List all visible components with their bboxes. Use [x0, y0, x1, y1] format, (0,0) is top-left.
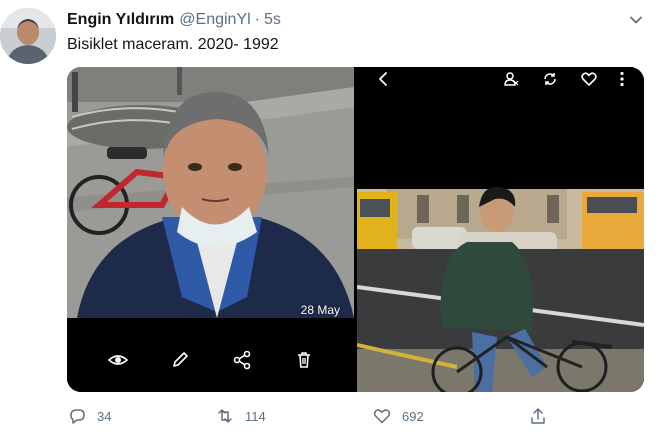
separator-dot: ·: [254, 11, 260, 28]
tag-person-button: [502, 70, 520, 88]
delete-photo-button: [293, 349, 315, 371]
avatar-photo: [0, 8, 56, 64]
timestamp[interactable]: 5s: [264, 11, 281, 29]
pencil-icon: [173, 352, 188, 367]
person-rotate-icon: [504, 72, 519, 86]
rotate-button: [541, 70, 559, 88]
like-button[interactable]: 692: [372, 405, 424, 427]
like-count: 692: [402, 408, 424, 424]
date-stamp: 28 May: [300, 303, 340, 317]
avatar[interactable]: [0, 8, 56, 64]
tweet-text: Bisiklet maceram. 2020- 1992: [67, 36, 279, 53]
user-handle[interactable]: @EnginYl: [179, 11, 250, 29]
trash-icon: [298, 352, 310, 368]
selfie-photo: [67, 67, 354, 392]
eye-icon: [107, 355, 129, 365]
heart-icon: [373, 409, 391, 424]
reply-button[interactable]: 34: [67, 405, 111, 427]
photo-more-button: [613, 70, 631, 88]
more-vertical-icon: [620, 71, 624, 87]
back-arrow-icon: [379, 72, 387, 86]
share-photo-button: [231, 349, 253, 371]
reply-count: 34: [97, 408, 112, 424]
tweet-actions: 34 114 692: [67, 405, 644, 427]
media-photo-right[interactable]: [357, 67, 644, 392]
sync-icon: [544, 73, 556, 85]
chevron-down-icon: [630, 16, 642, 24]
display-name[interactable]: Engin Yıldırım: [67, 11, 174, 29]
favorite-photo-button: [580, 70, 598, 88]
retweet-count: 114: [245, 408, 266, 424]
share-icon: [233, 350, 251, 370]
vintage-bicycle-photo: [357, 67, 644, 392]
back-button: [375, 70, 393, 88]
edit-photo-button: [169, 349, 191, 371]
share-button[interactable]: [528, 405, 548, 427]
retweet-button[interactable]: 114: [215, 405, 266, 427]
heart-icon: [581, 72, 597, 86]
reply-icon: [70, 409, 85, 424]
media-grid: 28 May: [67, 67, 644, 392]
tweet-header: Engin Yıldırım @EnginYl · 5s: [67, 11, 281, 31]
more-options-button[interactable]: [626, 10, 646, 30]
retweet-icon: [218, 409, 232, 423]
view-photo-button: [107, 349, 129, 371]
media-photo-left[interactable]: 28 May: [67, 67, 354, 392]
share-icon: [531, 408, 545, 424]
